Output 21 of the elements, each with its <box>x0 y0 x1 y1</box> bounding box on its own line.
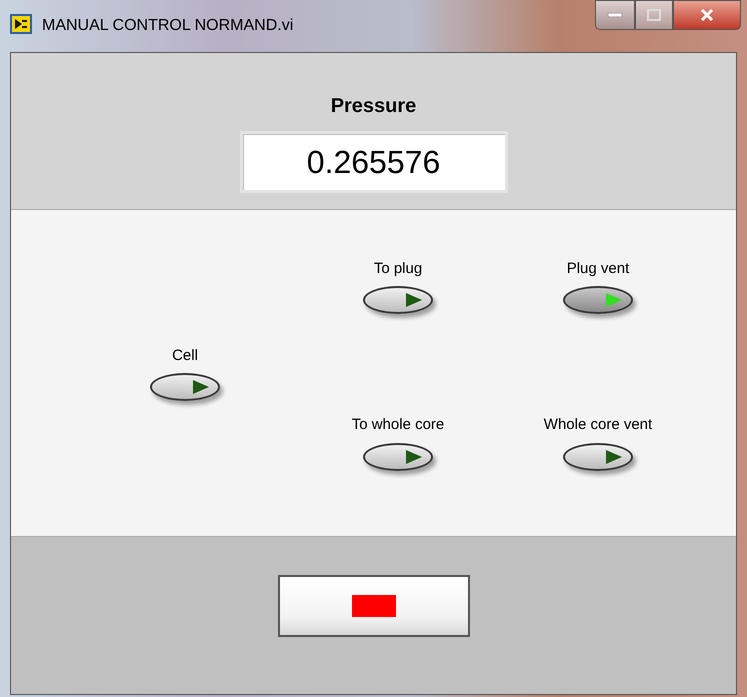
minimize-icon <box>608 13 622 17</box>
valve-button[interactable] <box>363 442 433 470</box>
minimize-button[interactable] <box>595 0 635 30</box>
pressure-display: 0.265576 <box>240 131 508 193</box>
valve-label: To whole core <box>352 415 444 435</box>
valve-button[interactable] <box>563 286 633 314</box>
stop-button[interactable] <box>278 575 470 637</box>
pressure-label: Pressure <box>330 94 416 119</box>
valve-button[interactable] <box>363 286 433 314</box>
valve-label: Cell <box>172 346 198 366</box>
app-icon <box>10 14 32 34</box>
maximize-icon <box>647 9 661 21</box>
close-button[interactable] <box>673 0 741 30</box>
valve-label: To plug <box>374 258 422 278</box>
maximize-button[interactable] <box>635 0 673 30</box>
valve-button[interactable] <box>150 373 220 402</box>
valve-label: Whole core vent <box>544 415 652 435</box>
valve-button[interactable] <box>563 442 633 470</box>
valve-label: Plug vent <box>566 258 630 278</box>
window-title: MANUAL CONTROL NORMAND.vi <box>42 16 294 36</box>
close-icon <box>700 9 714 21</box>
